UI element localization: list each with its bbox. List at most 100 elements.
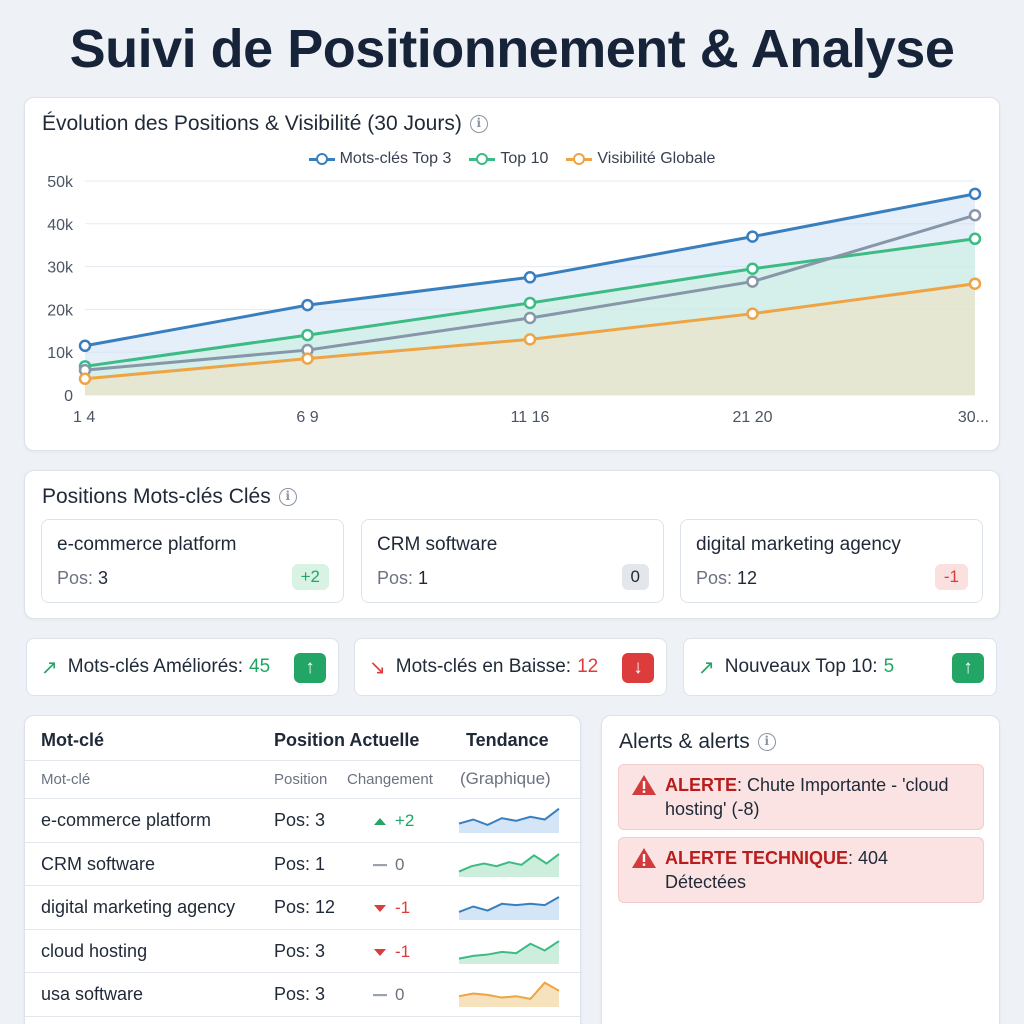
- change-cell: 0: [373, 985, 404, 1005]
- trend-sparkline: [458, 807, 560, 833]
- positions-line-chart: 0 10k 20k 30k 40k 50k 1 4 6 9 11 16 21 20 30...: [47, 174, 989, 426]
- table-row[interactable]: e-commerce platform Pos: 3 +2: [25, 799, 580, 843]
- column-header-keyword[interactable]: Mot-clé: [41, 730, 104, 751]
- y-tick-label: 50k: [47, 174, 74, 191]
- data-point: [523, 333, 537, 346]
- triangle-down-icon: [374, 905, 386, 912]
- keyword-position: Pos: 1: [377, 568, 429, 588]
- alerts-card: Alerts & alerts i ALERTE: Chute Important…: [601, 715, 1000, 1024]
- alerts-title: Alerts & alerts i: [619, 730, 776, 754]
- alerts-title-text: Alerts & alerts: [619, 730, 750, 753]
- change-badge: -1: [934, 564, 968, 590]
- change-value: +2: [395, 811, 415, 830]
- table-row[interactable]: digital marketing agency Pos: 12 -1: [25, 886, 580, 930]
- stat-card[interactable]: ↗ Mots-clés Améliorés: 45 ↑: [26, 638, 339, 696]
- subheader-position: Position: [274, 771, 328, 788]
- keyword-card[interactable]: digital marketing agency Pos: 12 -1: [680, 519, 983, 603]
- column-header-position[interactable]: Position Actuelle: [274, 730, 419, 751]
- change-value: 0: [395, 985, 405, 1004]
- stat-value: 45: [249, 656, 271, 677]
- table-row[interactable]: usa software Pos: 3 0: [25, 973, 580, 1017]
- keywords-table: Mot-clé Position Actuelle Tendance Mot-c…: [24, 715, 581, 1024]
- arrow-up-button[interactable]: ↑: [294, 653, 326, 683]
- keyword-positions-title-text: Positions Mots-clés Clés: [42, 485, 271, 508]
- x-tick-label: 30...: [958, 409, 989, 426]
- page-title: Suivi de Positionnement & Analyse: [69, 19, 955, 79]
- stat-value: 12: [577, 656, 599, 677]
- y-tick-label: 0: [64, 388, 73, 405]
- subheader-change: Changement: [347, 771, 433, 788]
- keyword-card[interactable]: e-commerce platform Pos: 3 +2: [41, 519, 344, 603]
- warning-icon: [632, 775, 656, 795]
- change-cell: -1: [373, 898, 410, 918]
- change-badge: +2: [291, 564, 329, 590]
- data-point: [746, 275, 759, 288]
- data-point: [301, 328, 314, 342]
- data-point: [968, 187, 982, 201]
- data-point: [78, 339, 92, 353]
- y-tick-label: 10k: [47, 345, 74, 362]
- data-point: [78, 372, 92, 385]
- triangle-down-icon: [374, 948, 386, 956]
- warning-icon: [632, 848, 656, 868]
- data-point: [523, 271, 537, 284]
- y-tick-label: 20k: [47, 302, 74, 319]
- y-tick-label: 40k: [47, 217, 74, 234]
- position-cell: Pos: 3: [274, 984, 326, 1004]
- change-cell: 0: [373, 855, 404, 875]
- data-point: [968, 277, 982, 290]
- row-divider: [25, 1015, 580, 1017]
- dash-icon: [373, 994, 387, 997]
- alert-item[interactable]: ALERTE: Chute Importante - 'cloud hostin…: [618, 764, 984, 830]
- subheader-keyword: Mot-clé: [41, 771, 91, 788]
- alert-item[interactable]: ALERTE TECHNIQUE: 404 Détectées: [618, 837, 984, 903]
- stat-label: Nouveaux Top 10:: [724, 656, 878, 677]
- arrow-down-right-icon: ↘: [369, 656, 386, 679]
- stat-card[interactable]: ↗ Nouveaux Top 10: 5 ↑: [683, 638, 997, 696]
- data-point: [746, 230, 759, 243]
- subheader-chart: (Graphique): [460, 769, 551, 788]
- position-cell: Pos: 3: [274, 940, 326, 961]
- info-icon[interactable]: i: [757, 733, 776, 752]
- keyword-card[interactable]: CRM software Pos: 1 0: [361, 519, 664, 603]
- column-header-trend[interactable]: Tendance: [466, 730, 549, 751]
- stat-label: Mots-clés en Baisse:: [395, 656, 572, 677]
- data-point: [968, 208, 982, 222]
- stat-label: Mots-clés Améliorés:: [67, 656, 244, 677]
- table-row[interactable]: cloud hosting Pos: 3 -1: [25, 930, 580, 973]
- data-point: [523, 311, 537, 325]
- keyword-position: Pos: 12: [696, 568, 758, 588]
- stat-card[interactable]: ↘ Mots-clés en Baisse: 12 ↓: [354, 638, 667, 696]
- change-badge: 0: [621, 564, 649, 590]
- arrow-up-button[interactable]: ↑: [952, 653, 984, 683]
- arrow-up-right-icon: ↗: [698, 656, 715, 679]
- data-point: [968, 232, 982, 246]
- info-icon[interactable]: i: [278, 488, 297, 507]
- change-cell: +2: [373, 811, 414, 831]
- alert-label: ALERTE TECHNIQUE: [665, 848, 849, 868]
- data-point: [746, 262, 759, 275]
- keyword-cell: CRM software: [41, 853, 156, 874]
- alert-label: ALERTE: [665, 775, 737, 795]
- arrow-down-button[interactable]: ↓: [622, 653, 654, 683]
- positions-chart-card: Évolution des Positions & Visibilité (30…: [24, 97, 1000, 451]
- trend-sparkline: [458, 896, 560, 920]
- keyword-cell: e-commerce platform: [41, 810, 212, 830]
- keyword-cell: digital marketing agency: [41, 897, 236, 917]
- keyword-name: CRM software: [377, 534, 498, 555]
- stat-value: 5: [883, 656, 895, 677]
- x-tick-label: 1 4: [73, 409, 95, 426]
- table-row[interactable]: CRM software Pos: 1 0: [25, 843, 580, 886]
- trend-sparkline: [458, 939, 560, 964]
- x-tick-label: 6 9: [296, 409, 318, 426]
- change-value: 0: [395, 854, 405, 874]
- arrow-up-right-icon: ↗: [41, 656, 58, 679]
- triangle-up-icon: [374, 818, 386, 825]
- data-point: [746, 307, 759, 320]
- trend-sparkline: [458, 981, 560, 1007]
- data-point: [301, 352, 314, 365]
- trend-sparkline: [458, 852, 560, 877]
- position-cell: Pos: 12: [274, 897, 336, 917]
- data-point: [523, 296, 537, 310]
- keyword-cell: cloud hosting: [41, 940, 148, 961]
